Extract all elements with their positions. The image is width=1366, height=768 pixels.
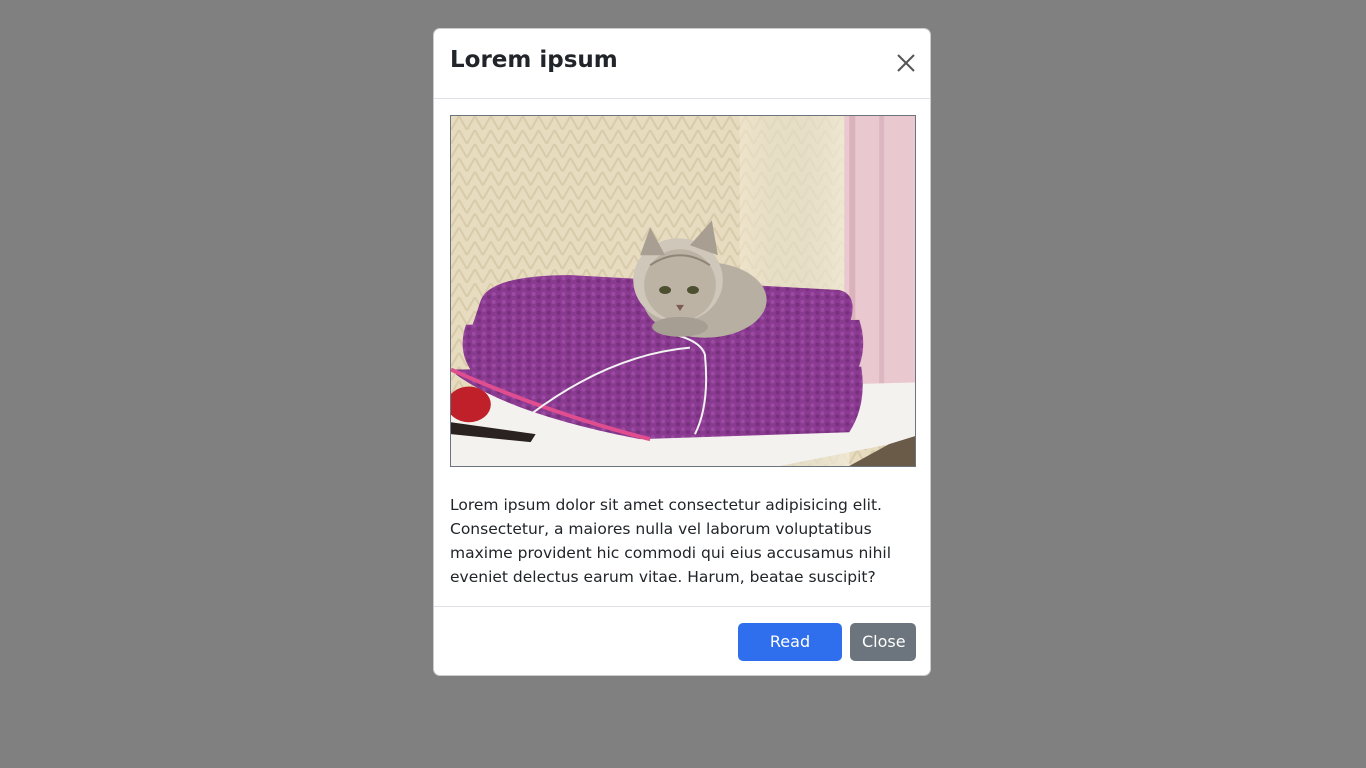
modal-body-text: Lorem ipsum dolor sit amet consectetur a… bbox=[450, 496, 892, 586]
close-button[interactable]: Close bbox=[850, 623, 916, 661]
cat-photo bbox=[450, 115, 916, 467]
modal-header: Lorem ipsum bbox=[434, 29, 930, 99]
modal-title: Lorem ipsum bbox=[450, 47, 618, 73]
read-more-button[interactable]: Read more bbox=[738, 623, 842, 675]
modal-footer: Read more Close bbox=[434, 606, 930, 675]
modal-dialog: Lorem ipsum Lorem ipsum dolor sit amet c… bbox=[433, 28, 931, 676]
close-icon[interactable] bbox=[894, 51, 918, 75]
modal-body: Lorem ipsum dolor sit amet consectetur a… bbox=[450, 115, 916, 589]
